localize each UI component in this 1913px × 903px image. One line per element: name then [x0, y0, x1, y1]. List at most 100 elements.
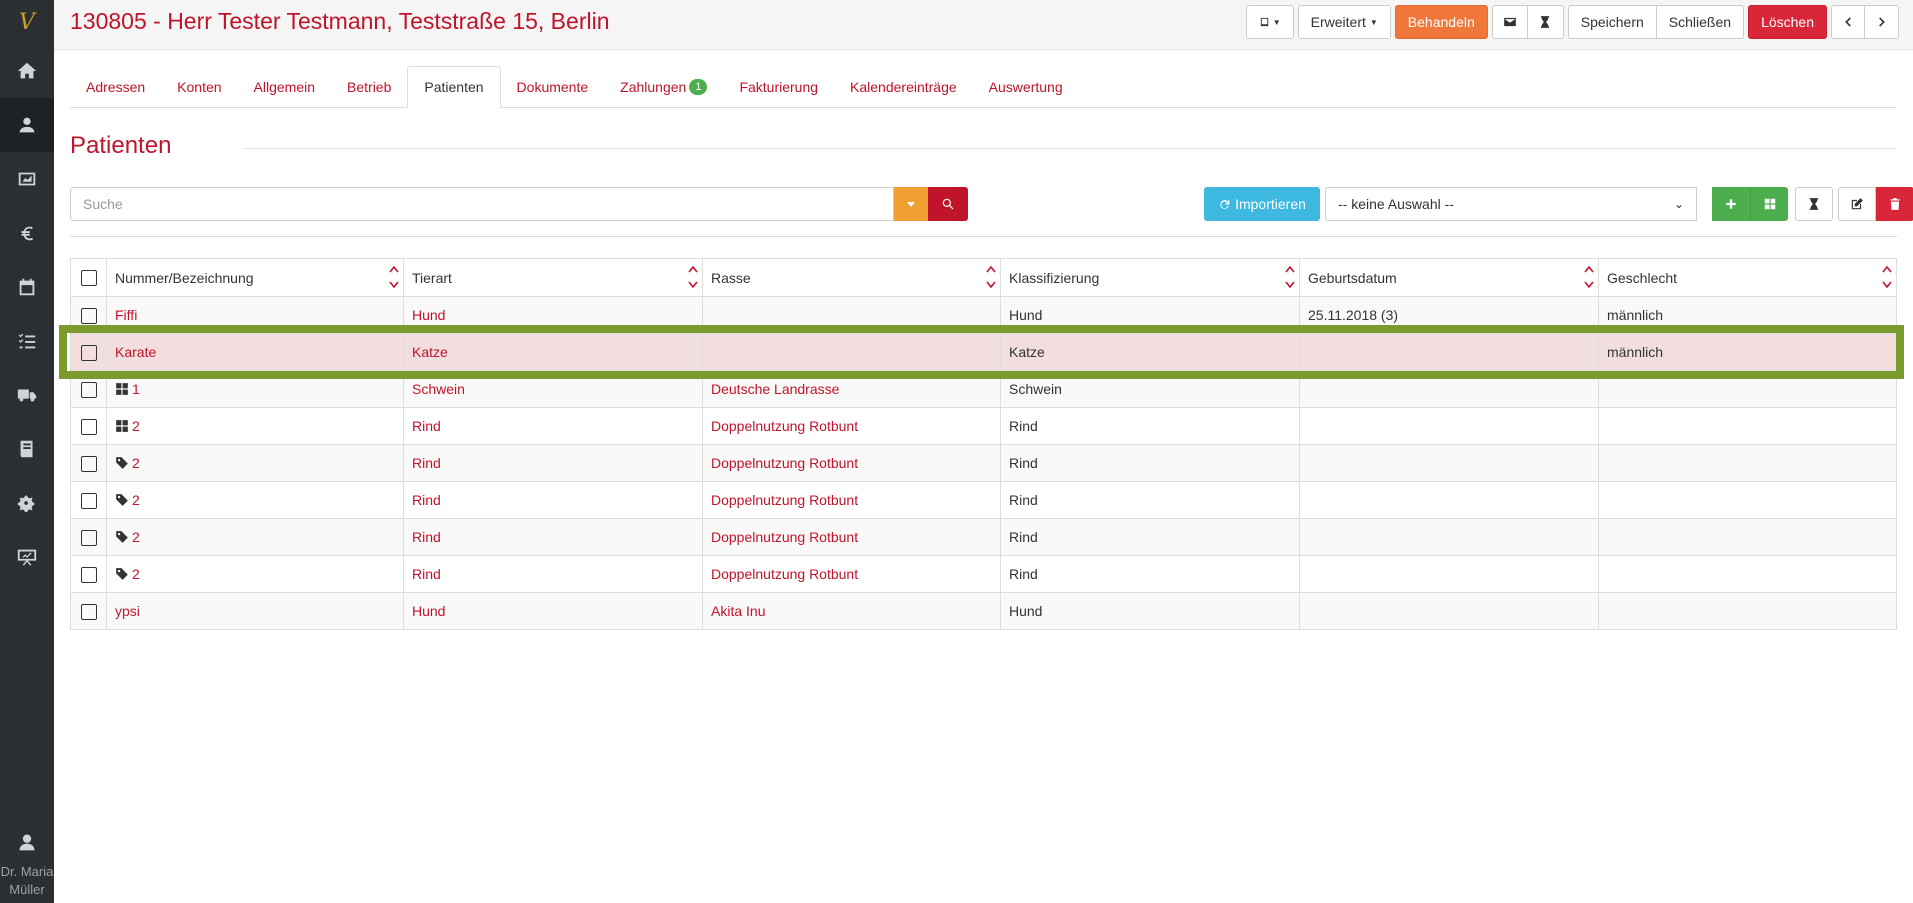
tierart-link[interactable]: Hund: [412, 603, 445, 619]
sidebar-item-tasks[interactable]: [0, 314, 54, 368]
patient-name-link[interactable]: 1: [132, 381, 140, 397]
table-row[interactable]: 1 Schwein Deutsche Landrasse Schwein: [70, 370, 1897, 408]
column-header-tierart[interactable]: Tierart: [403, 258, 703, 297]
sort-icon[interactable]: [389, 263, 399, 291]
sort-icon[interactable]: [688, 263, 698, 291]
search-input[interactable]: [70, 187, 894, 221]
tab-dokumente[interactable]: Dokumente: [501, 66, 605, 108]
rasse-link[interactable]: Doppelnutzung Rotbunt: [711, 455, 858, 471]
tierart-link[interactable]: Rind: [412, 492, 441, 508]
column-header-geschlecht[interactable]: Geschlecht: [1598, 258, 1897, 297]
tierart-link[interactable]: Rind: [412, 529, 441, 545]
tab-allgemein[interactable]: Allgemein: [238, 66, 331, 108]
patient-name-link[interactable]: Fiffi: [115, 307, 137, 323]
tab-patienten[interactable]: Patienten: [407, 66, 501, 108]
patient-name-link[interactable]: 2: [132, 492, 140, 508]
schliessen-button[interactable]: Schließen: [1656, 5, 1745, 39]
row-checkbox[interactable]: [80, 455, 97, 472]
tab-konten[interactable]: Konten: [161, 66, 237, 108]
rasse-link[interactable]: Doppelnutzung Rotbunt: [711, 566, 858, 582]
selection-dropdown[interactable]: -- keine Auswahl -- ⌄: [1325, 187, 1697, 221]
sidebar-item-settings[interactable]: [0, 476, 54, 530]
column-label: Tierart: [412, 269, 452, 286]
sidebar-item-users[interactable]: [0, 98, 54, 152]
tab-betrieb[interactable]: Betrieb: [331, 66, 407, 108]
row-checkbox[interactable]: [80, 381, 97, 398]
app-logo[interactable]: V: [0, 0, 54, 44]
rasse-link[interactable]: Akita Inu: [711, 603, 765, 619]
tab-fakturierung[interactable]: Fakturierung: [723, 66, 834, 108]
sidebar-item-presentation[interactable]: [0, 530, 54, 584]
table-row[interactable]: ypsi Hund Akita Inu Hund: [70, 592, 1897, 630]
patient-name-link[interactable]: ypsi: [115, 603, 140, 619]
patient-name-link[interactable]: Karate: [115, 344, 156, 360]
tab-adressen[interactable]: Adressen: [70, 66, 161, 108]
tierart-link[interactable]: Katze: [412, 344, 448, 360]
search-options-dropdown[interactable]: [894, 187, 928, 221]
hourglass-button[interactable]: [1527, 5, 1564, 39]
tab-kalendereintraege[interactable]: Kalendereinträge: [834, 66, 973, 108]
device-dropdown-button[interactable]: ▼: [1245, 5, 1294, 39]
sort-icon[interactable]: [986, 263, 996, 291]
mail-button[interactable]: [1491, 5, 1528, 39]
patient-name-link[interactable]: 2: [132, 529, 140, 545]
tierart-link[interactable]: Schwein: [412, 381, 465, 397]
sidebar-item-truck[interactable]: [0, 368, 54, 422]
sort-icon[interactable]: [1882, 263, 1892, 291]
rasse-link[interactable]: Doppelnutzung Rotbunt: [711, 418, 858, 434]
grid-add-button[interactable]: [1750, 187, 1788, 221]
row-checkbox[interactable]: [80, 344, 97, 361]
delete-button[interactable]: [1876, 187, 1913, 221]
row-checkbox[interactable]: [80, 566, 97, 583]
loeschen-button[interactable]: Löschen: [1748, 5, 1827, 39]
tierart-link[interactable]: Rind: [412, 418, 441, 434]
column-header-klassifizierung[interactable]: Klassifizierung: [1000, 258, 1300, 297]
erweitert-dropdown-button[interactable]: Erweitert ▼: [1297, 5, 1391, 39]
speichern-button[interactable]: Speichern: [1567, 5, 1657, 39]
tab-auswertung[interactable]: Auswertung: [973, 66, 1079, 108]
previous-button[interactable]: [1831, 5, 1865, 39]
sidebar-item-chart[interactable]: [0, 152, 54, 206]
column-header-nummer[interactable]: Nummer/Bezeichnung: [106, 258, 404, 297]
tierart-link[interactable]: Rind: [412, 566, 441, 582]
row-select-cell: [70, 407, 107, 445]
tab-zahlungen[interactable]: Zahlungen 1: [604, 66, 723, 108]
add-button[interactable]: [1712, 187, 1750, 221]
column-header-rasse[interactable]: Rasse: [702, 258, 1001, 297]
sort-icon[interactable]: [1285, 263, 1295, 291]
table-row[interactable]: Fiffi Hund Hund 25.11.2018 (3) männlich: [70, 296, 1897, 334]
patient-name-link[interactable]: 2: [132, 455, 140, 471]
table-row[interactable]: 2 Rind Doppelnutzung Rotbunt Rind: [70, 444, 1897, 482]
patient-name-link[interactable]: 2: [132, 418, 140, 434]
row-checkbox[interactable]: [80, 418, 97, 435]
next-button[interactable]: [1865, 5, 1899, 39]
table-row[interactable]: 2 Rind Doppelnutzung Rotbunt Rind: [70, 481, 1897, 519]
sidebar-item-home[interactable]: [0, 44, 54, 98]
sort-icon[interactable]: [1584, 263, 1594, 291]
hourglass-button[interactable]: [1795, 187, 1833, 221]
sidebar-item-calendar[interactable]: [0, 260, 54, 314]
table-row[interactable]: 2 Rind Doppelnutzung Rotbunt Rind: [70, 518, 1897, 556]
table-row[interactable]: 2 Rind Doppelnutzung Rotbunt Rind: [70, 555, 1897, 593]
importieren-button[interactable]: Importieren: [1204, 187, 1320, 221]
row-checkbox[interactable]: [80, 529, 97, 546]
row-checkbox[interactable]: [80, 603, 97, 620]
row-checkbox[interactable]: [80, 307, 97, 324]
rasse-link[interactable]: Deutsche Landrasse: [711, 381, 839, 397]
user-profile[interactable]: Dr. Maria Müller: [0, 832, 54, 903]
row-checkbox[interactable]: [80, 492, 97, 509]
tierart-link[interactable]: Hund: [412, 307, 445, 323]
search-button[interactable]: [928, 187, 968, 221]
behandeln-button[interactable]: Behandeln: [1394, 5, 1488, 39]
table-row[interactable]: Karate Katze Katze männlich: [70, 333, 1897, 371]
rasse-link[interactable]: Doppelnutzung Rotbunt: [711, 492, 858, 508]
table-row[interactable]: 2 Rind Doppelnutzung Rotbunt Rind: [70, 407, 1897, 445]
column-header-geburtsdatum[interactable]: Geburtsdatum: [1299, 258, 1599, 297]
select-all-checkbox[interactable]: [80, 270, 97, 287]
sidebar-item-book[interactable]: [0, 422, 54, 476]
sidebar-item-euro[interactable]: [0, 206, 54, 260]
edit-button[interactable]: [1838, 187, 1876, 221]
rasse-link[interactable]: Doppelnutzung Rotbunt: [711, 529, 858, 545]
tierart-link[interactable]: Rind: [412, 455, 441, 471]
patient-name-link[interactable]: 2: [132, 566, 140, 582]
